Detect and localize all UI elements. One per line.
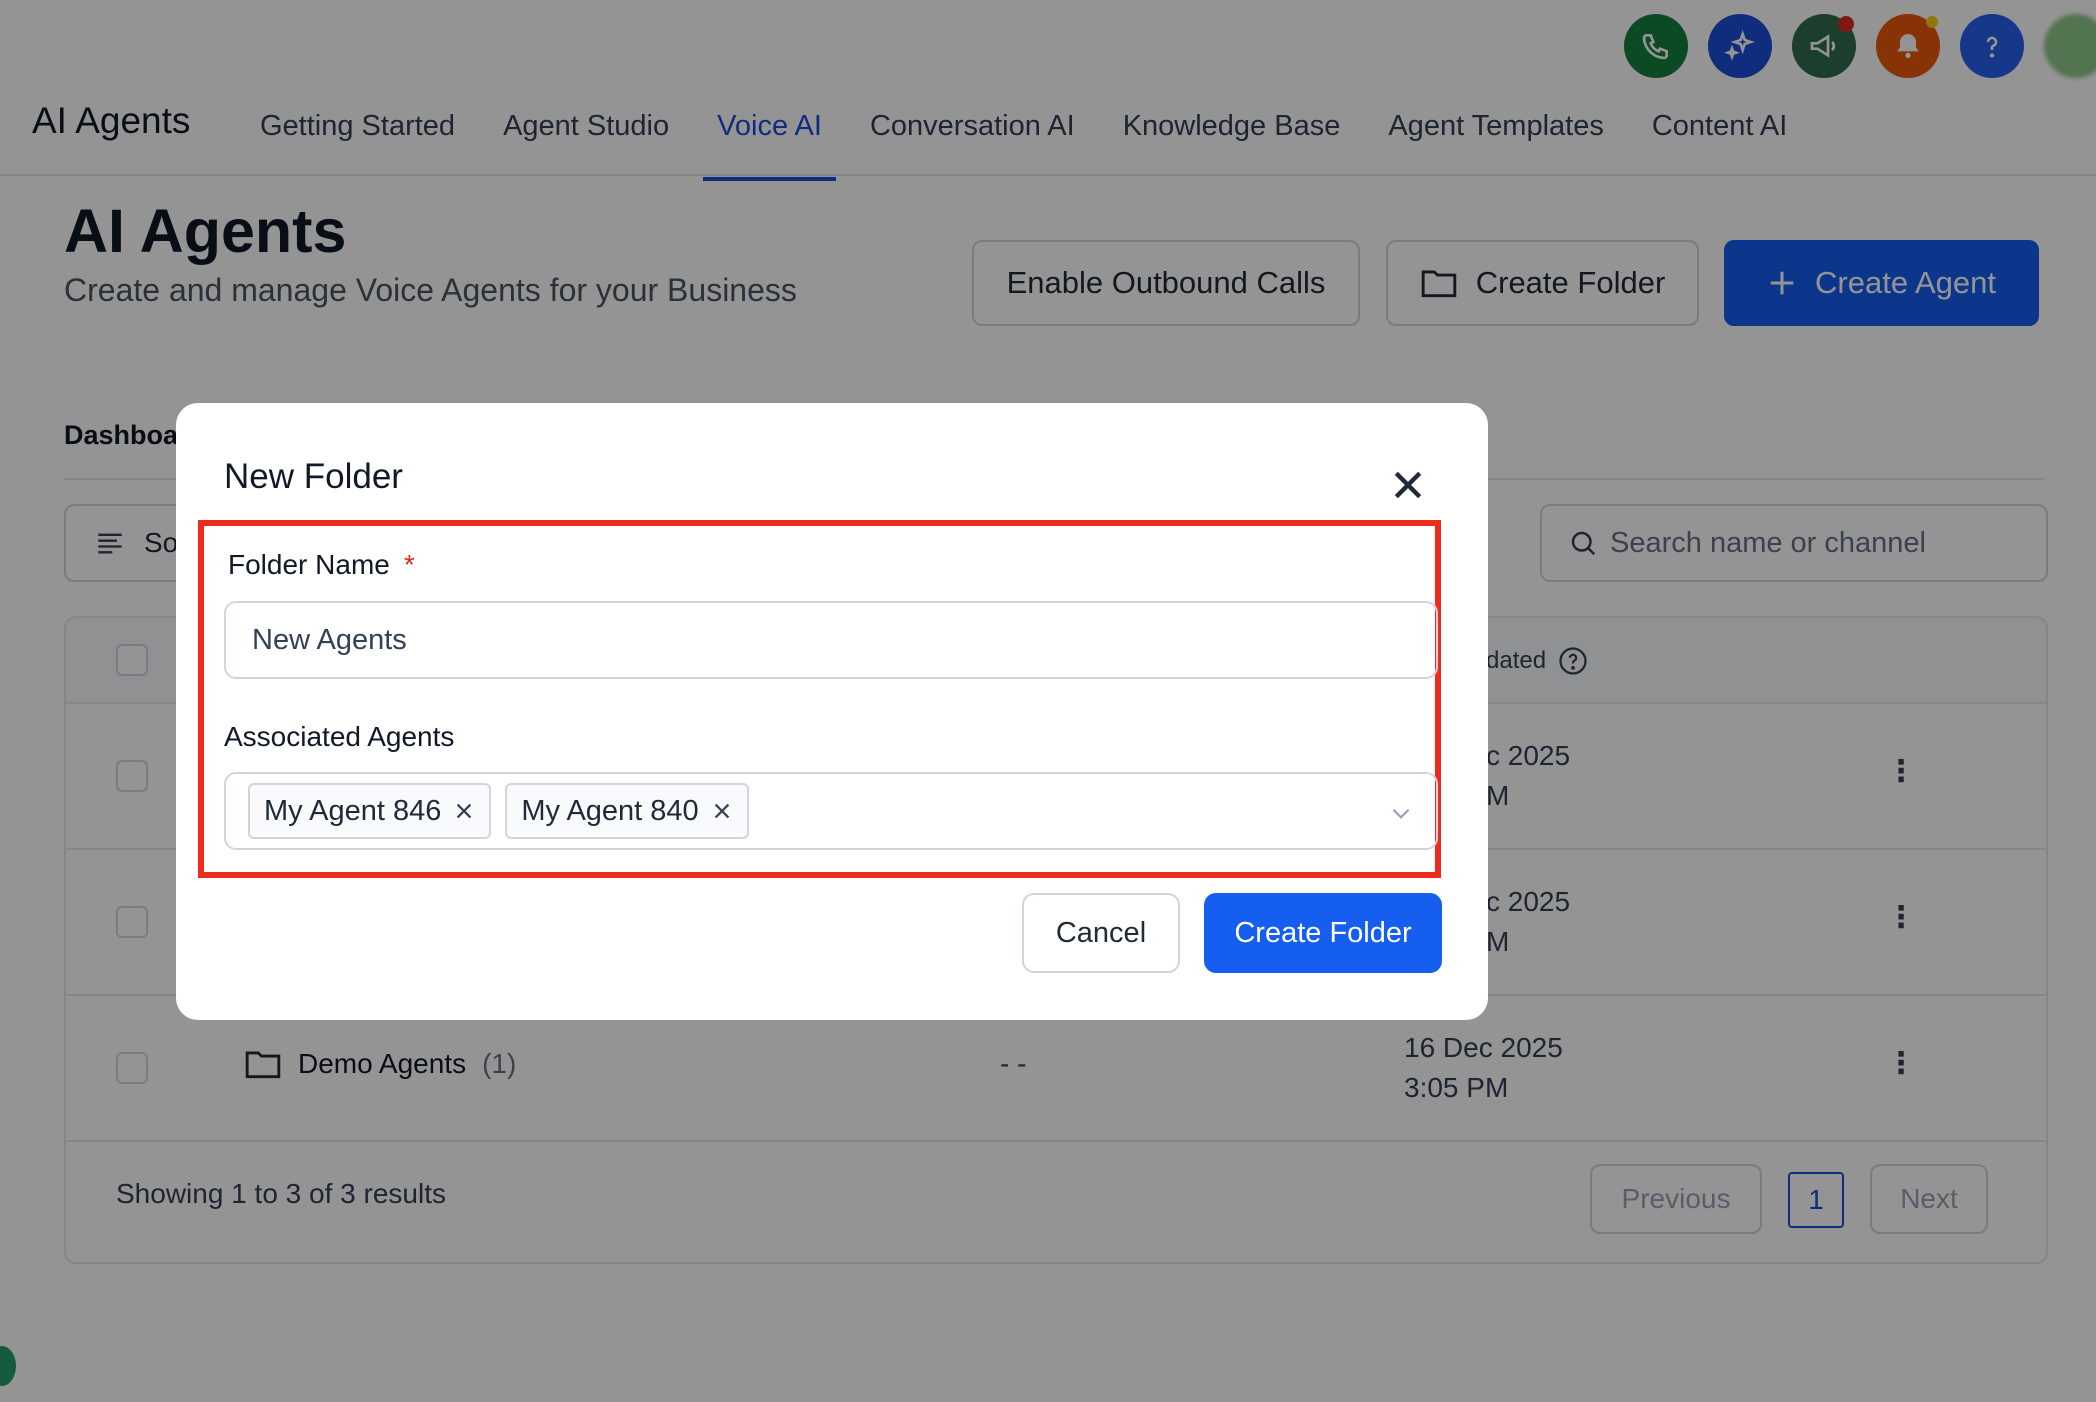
remove-chip-icon[interactable] (711, 800, 733, 822)
chevron-down-icon[interactable] (1388, 800, 1414, 826)
create-folder-submit-button[interactable]: Create Folder (1204, 893, 1442, 973)
chip-label: My Agent 846 (264, 794, 442, 827)
dialog-title: New Folder (224, 457, 403, 496)
new-folder-dialog: New Folder Folder Name * New Agents Assoc… (176, 403, 1488, 1020)
folder-name-value: New Agents (252, 623, 407, 656)
agent-chip: My Agent 846 (248, 783, 492, 839)
folder-name-label: Folder Name * (228, 549, 415, 581)
agent-chip: My Agent 840 (505, 783, 749, 839)
remove-chip-icon[interactable] (453, 800, 475, 822)
close-icon[interactable] (1388, 465, 1428, 505)
folder-name-input[interactable]: New Agents (224, 601, 1438, 679)
associated-agents-label: Associated Agents (224, 721, 455, 752)
cancel-button[interactable]: Cancel (1022, 893, 1180, 973)
associated-agents-select[interactable]: My Agent 846 My Agent 840 (224, 772, 1438, 850)
required-asterisk: * (403, 549, 415, 580)
folder-name-label-text: Folder Name (228, 549, 390, 580)
chip-label: My Agent 840 (521, 794, 699, 827)
